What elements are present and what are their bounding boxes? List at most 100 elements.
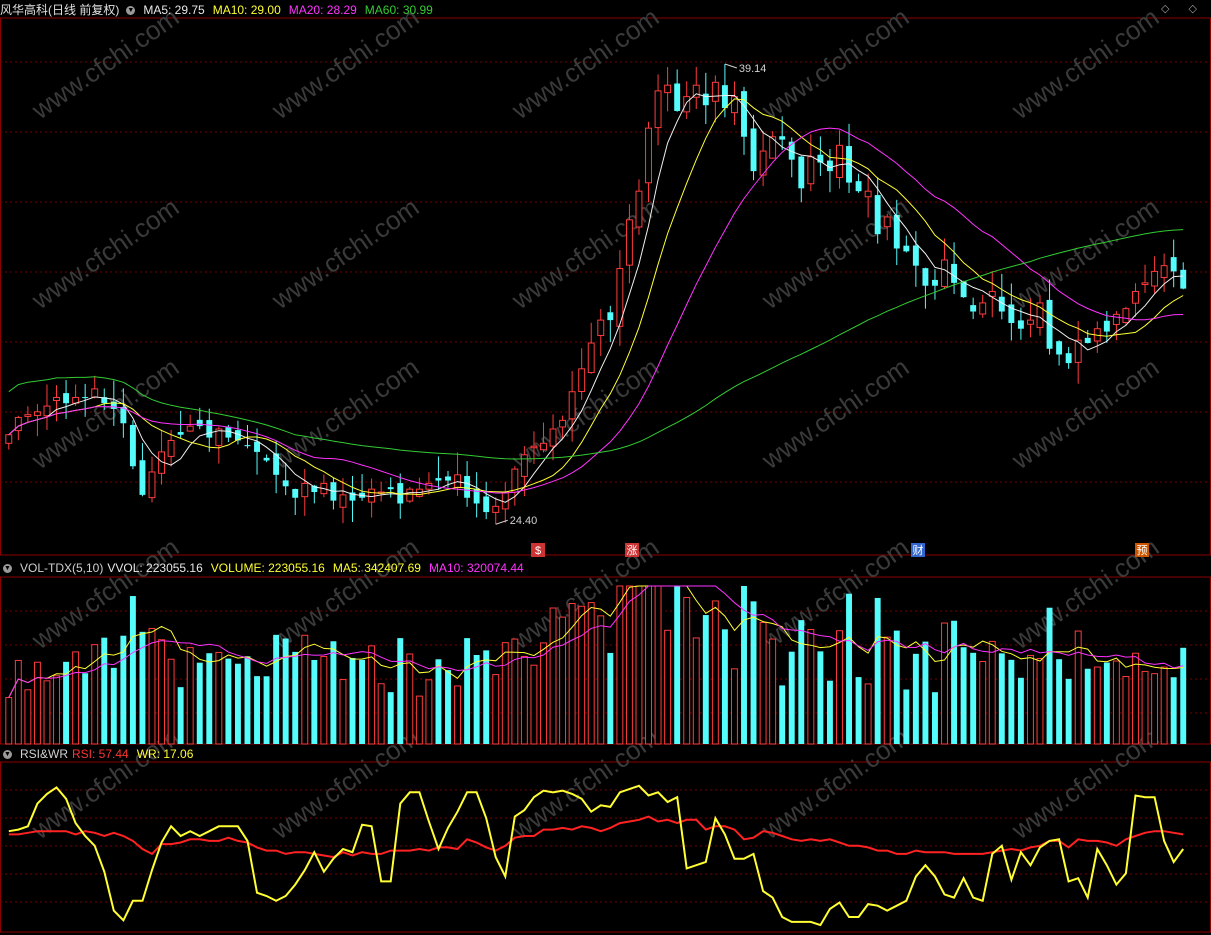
candle-up bbox=[186, 425, 194, 432]
stock-chart[interactable]: www.cfchi.com www.cfchi.com www.cfchi.com w… bbox=[0, 0, 1211, 935]
window-controls[interactable]: ◇ ◇ bbox=[1161, 2, 1205, 15]
volume-bar-down bbox=[82, 673, 89, 744]
candle-down bbox=[970, 305, 977, 312]
volume-bar-up bbox=[597, 615, 605, 745]
volume-bar-down bbox=[855, 677, 862, 744]
candle-up bbox=[587, 342, 595, 374]
volume-bar-down bbox=[798, 620, 805, 744]
volume-bar-down bbox=[254, 676, 260, 744]
rsi-legend: RSI: 57.44 bbox=[72, 747, 129, 761]
volume-bar-down bbox=[721, 629, 728, 744]
candle-down bbox=[129, 424, 136, 467]
volume-bar-up bbox=[406, 653, 414, 745]
rsi-indicator-name[interactable]: RSI&WR bbox=[20, 747, 68, 761]
volume-bar-up bbox=[167, 658, 175, 745]
volume-bar-down bbox=[397, 638, 404, 744]
candle-down bbox=[798, 156, 805, 189]
volume-legend: VOLUME: 223055.16 bbox=[210, 561, 325, 575]
moving-average-lines bbox=[8, 93, 1184, 503]
volume-bar-up bbox=[520, 655, 528, 745]
settings-icon[interactable]: ▼ bbox=[126, 6, 136, 16]
candle-up bbox=[24, 414, 32, 417]
candle-up bbox=[406, 488, 414, 502]
volume-bar-up bbox=[587, 602, 595, 745]
ma20-line bbox=[8, 127, 1184, 494]
volume-bar-up bbox=[692, 637, 700, 745]
volume-bar-up bbox=[511, 638, 519, 745]
volume-bar-down bbox=[110, 667, 117, 744]
volume-bar-down bbox=[1056, 659, 1063, 744]
candle-down bbox=[922, 268, 929, 286]
candle-up bbox=[14, 417, 22, 432]
volume-bar-up bbox=[186, 647, 194, 745]
watermark-text: www.cfchi.com bbox=[1005, 352, 1164, 476]
settings-icon[interactable]: ▼ bbox=[3, 750, 12, 760]
rsi-panel-header: ▼ RSI&WR RSI: 57.44 WR: 17.06 bbox=[0, 746, 201, 762]
candle-down bbox=[1017, 320, 1024, 329]
candle-up bbox=[1112, 313, 1120, 325]
volume-bar-up bbox=[988, 640, 996, 745]
candle-down bbox=[607, 312, 614, 321]
candle-up bbox=[711, 81, 719, 102]
volume-panel-header: ▼ VOL-TDX(5,10) VVOL: 223055.16 VOLUME: 223… bbox=[0, 560, 532, 576]
candle-up bbox=[1122, 308, 1130, 323]
volume-bar-down bbox=[970, 652, 977, 744]
stock-name[interactable]: 风华高科(日线 前复权) bbox=[0, 3, 119, 17]
volume-bar-up bbox=[836, 630, 843, 745]
candle-up bbox=[530, 445, 538, 449]
watermark-text: www.cfchi.com bbox=[25, 192, 184, 316]
volume-bar-up bbox=[454, 685, 462, 745]
candle-up bbox=[368, 488, 376, 503]
watermark-text: www.cfchi.com bbox=[265, 192, 424, 316]
volume-bar-up bbox=[501, 642, 509, 745]
volume-bar-down bbox=[874, 597, 881, 744]
candle-down bbox=[1170, 257, 1177, 272]
candle-up bbox=[578, 368, 586, 393]
volume-bar-down bbox=[1008, 659, 1015, 744]
volume-bar-down bbox=[1017, 677, 1024, 744]
ma60-legend: MA60: 30.99 bbox=[364, 3, 433, 17]
volume-bar-up bbox=[1112, 660, 1120, 745]
candle-down bbox=[1084, 337, 1091, 344]
volume-bar-down bbox=[330, 641, 337, 744]
candle-down bbox=[445, 476, 451, 481]
candle-up bbox=[1160, 265, 1168, 278]
volume-bar-down bbox=[177, 687, 184, 744]
ma10-line bbox=[8, 98, 1184, 496]
volume-bar-up bbox=[14, 659, 22, 745]
event-marker-label: 涨 bbox=[627, 544, 638, 557]
volume-bar-down bbox=[359, 659, 366, 744]
candle-up bbox=[625, 219, 633, 266]
candle-up bbox=[1132, 290, 1139, 304]
candle-down bbox=[874, 195, 881, 235]
candle-up bbox=[654, 90, 662, 129]
volume-bar-down bbox=[311, 659, 318, 744]
volume-bar-down bbox=[234, 663, 241, 744]
candle-up bbox=[568, 391, 576, 420]
candle-up bbox=[683, 96, 691, 113]
volume-bar-up bbox=[616, 585, 624, 745]
candle-down bbox=[435, 478, 442, 481]
volume-bar-down bbox=[225, 658, 232, 744]
candle-up bbox=[645, 127, 652, 184]
settings-icon[interactable]: ▼ bbox=[3, 564, 12, 574]
volume-bar-down bbox=[922, 641, 929, 744]
vol-indicator-name[interactable]: VOL-TDX(5,10) bbox=[20, 561, 103, 575]
volume-bar-up bbox=[377, 683, 385, 745]
volume-bar-down bbox=[607, 652, 614, 744]
volume-bar-up bbox=[492, 674, 500, 745]
volume-bar-up bbox=[1151, 673, 1159, 745]
candle-up bbox=[1026, 319, 1034, 325]
candle-up bbox=[91, 388, 99, 398]
volume-bar-down bbox=[826, 680, 833, 744]
vvol-legend: VVOL: 223055.16 bbox=[107, 561, 203, 575]
volume-bar-up bbox=[1141, 670, 1149, 745]
watermark-text: www.cfchi.com bbox=[755, 2, 914, 126]
volume-bar-up bbox=[979, 661, 987, 745]
volume-bar-up bbox=[1036, 657, 1044, 745]
candle-down bbox=[139, 460, 146, 495]
volume-bar-down bbox=[1170, 677, 1177, 744]
watermark-text: www.cfchi.com bbox=[25, 2, 184, 126]
candle-down bbox=[282, 480, 289, 487]
volume-bar-up bbox=[864, 683, 872, 745]
